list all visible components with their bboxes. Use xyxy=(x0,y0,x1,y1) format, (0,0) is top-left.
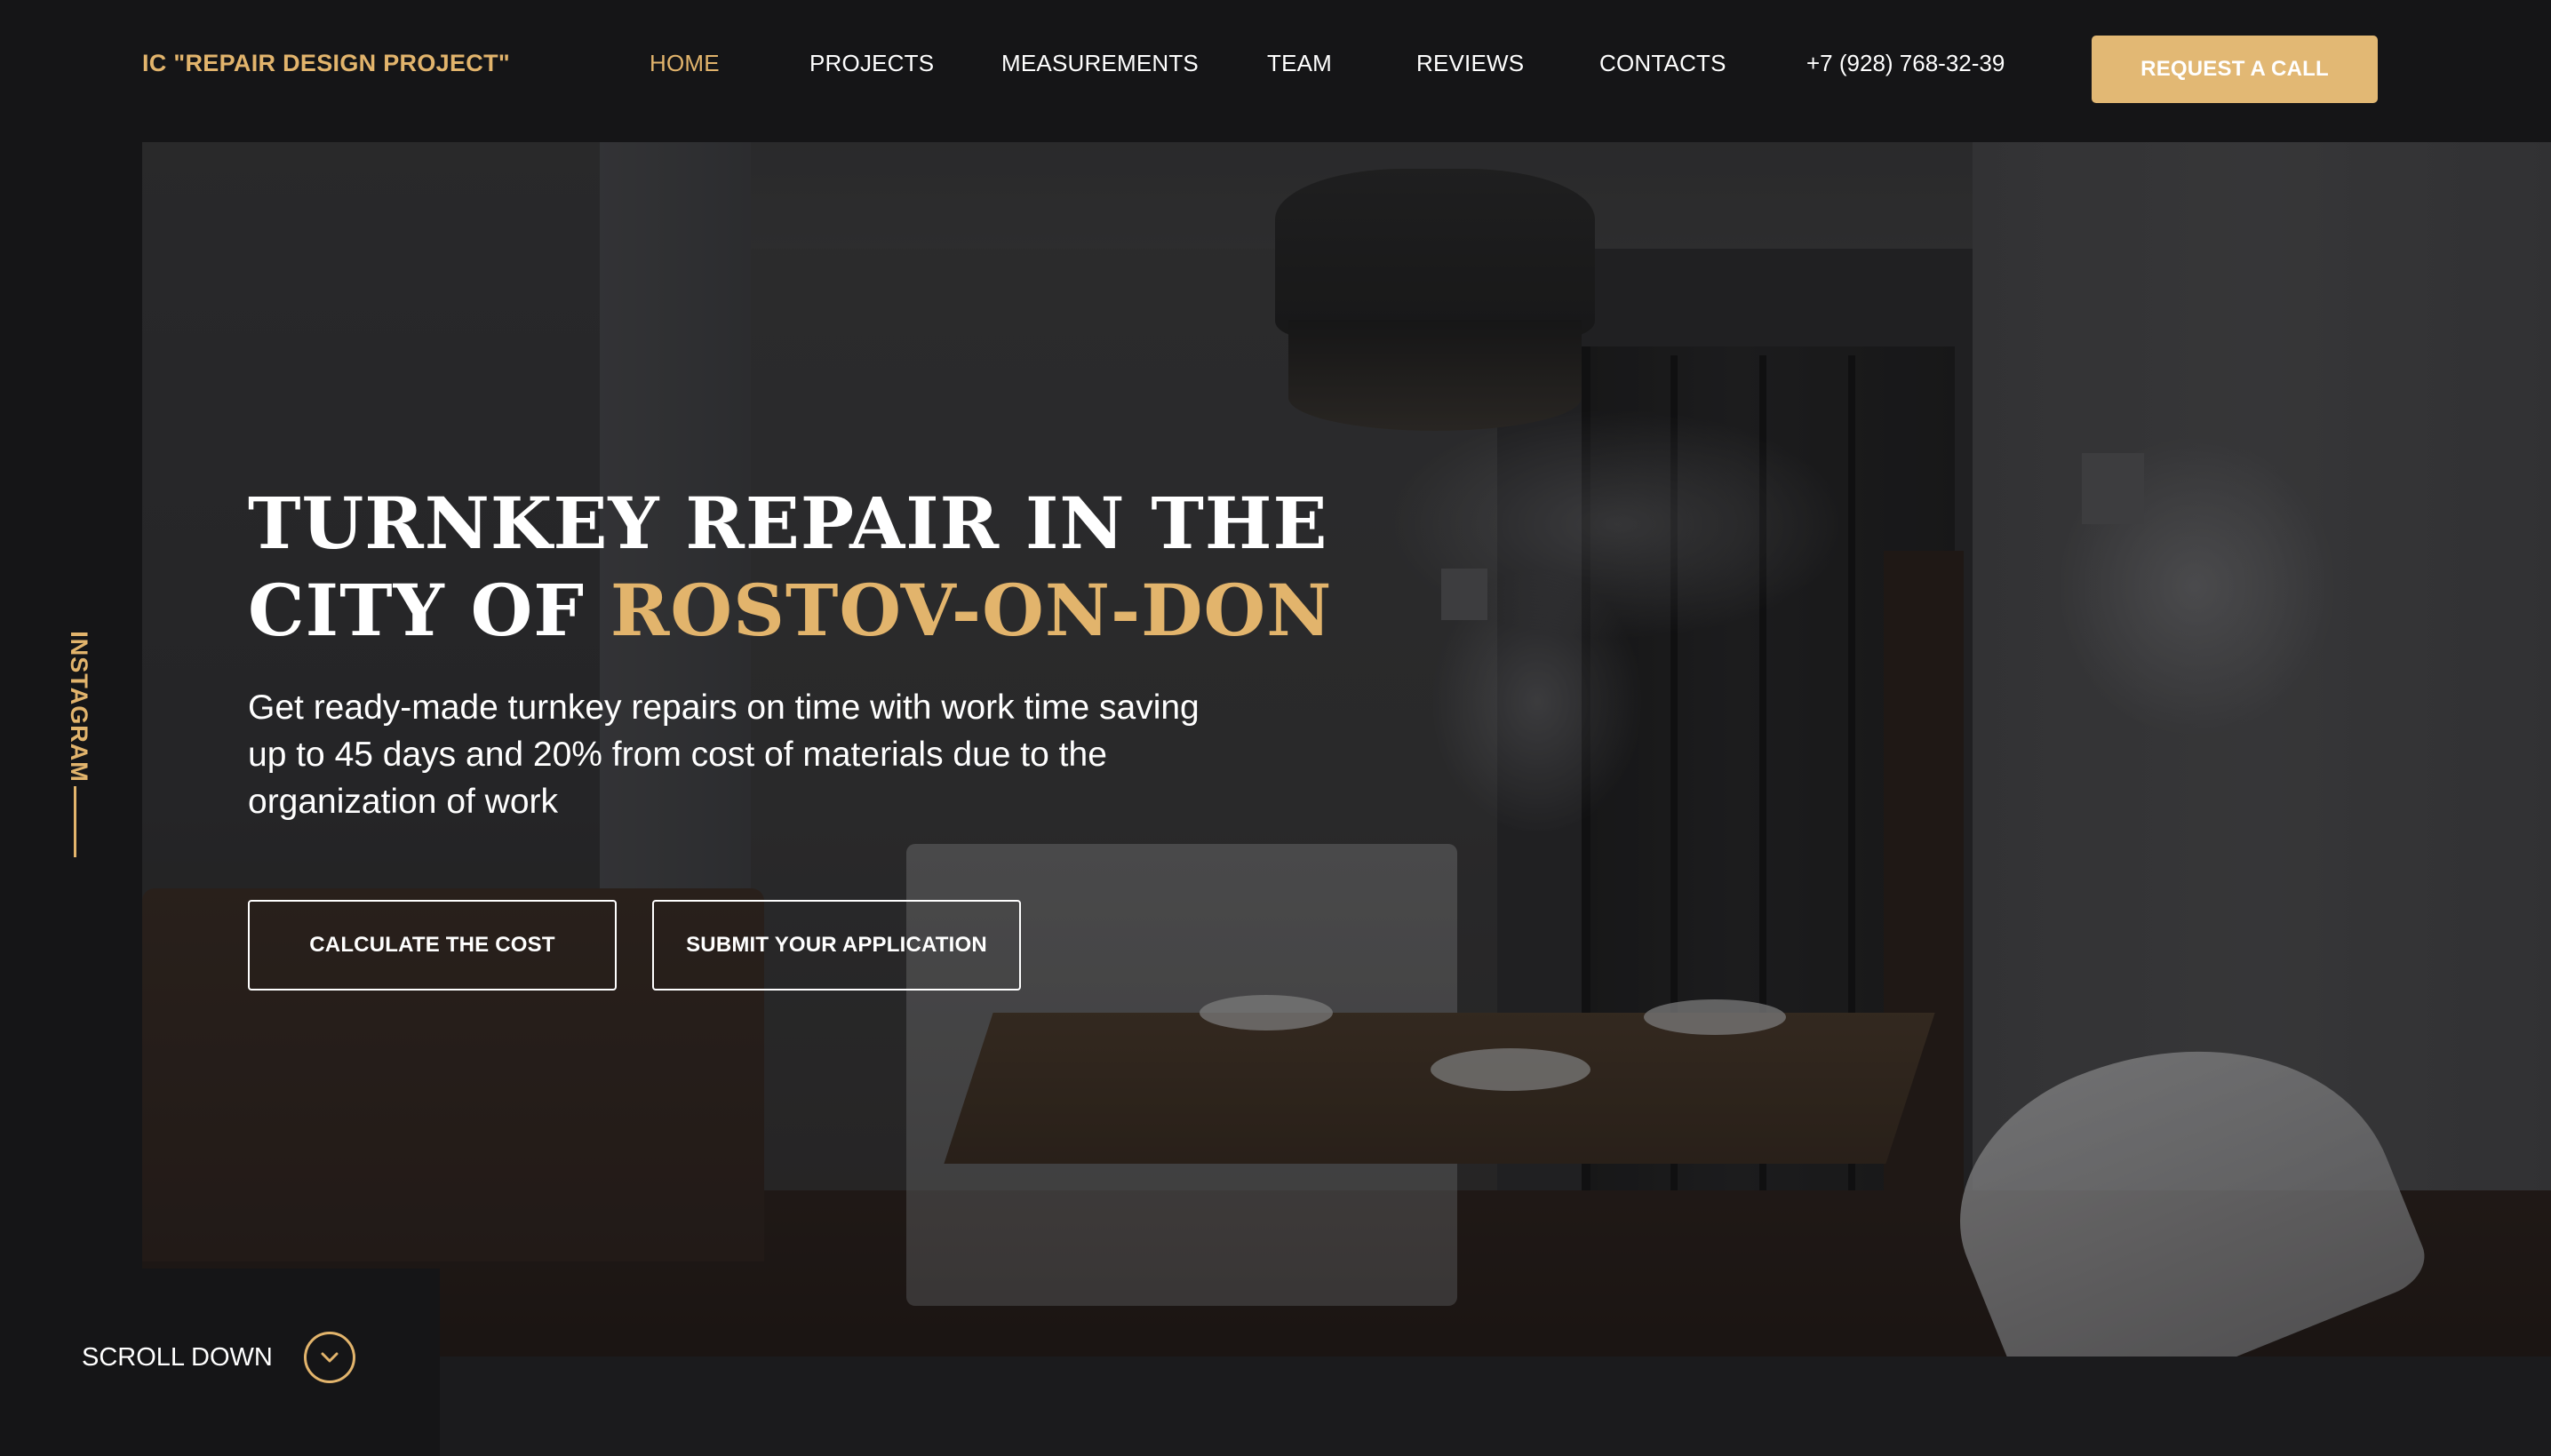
chevron-down-icon xyxy=(321,1352,339,1363)
submit-application-button[interactable]: SUBMIT YOUR APPLICATION xyxy=(652,900,1021,991)
nav-item-team[interactable]: TEAM xyxy=(1267,50,1332,77)
instagram-link[interactable]: INSTAGRAM xyxy=(65,613,92,862)
nav-item-home[interactable]: HOME xyxy=(650,50,720,77)
bottom-strip xyxy=(440,1357,2551,1456)
hero-title-line-1: TURNKEY REPAIR IN THE xyxy=(248,481,1328,565)
instagram-label[interactable]: INSTAGRAM xyxy=(65,631,92,783)
scroll-down-button[interactable] xyxy=(304,1332,355,1383)
nav-item-projects[interactable]: PROJECTS xyxy=(809,50,934,77)
hero-title-line-2: CITY OF ROSTOV-ON-DON xyxy=(248,567,1332,654)
site-header: IC "REPAIR DESIGN PROJECT" HOME PROJECTS… xyxy=(0,0,2551,140)
calculate-cost-button[interactable]: CALCULATE THE COST xyxy=(248,900,617,991)
hero-title: TURNKEY REPAIR IN THE CITY OF ROSTOV-ON-… xyxy=(248,480,1332,654)
scroll-down-label[interactable]: SCROLL DOWN xyxy=(82,1343,273,1372)
hero-title-prefix: CITY OF xyxy=(248,569,610,652)
hero-title-city: ROSTOV-ON-DON xyxy=(610,569,1333,652)
instagram-divider xyxy=(74,786,76,857)
logo[interactable]: IC "REPAIR DESIGN PROJECT" xyxy=(142,50,510,77)
hero-subtitle: Get ready-made turnkey repairs on time w… xyxy=(248,688,1200,821)
nav-item-reviews[interactable]: REVIEWS xyxy=(1416,50,1524,77)
phone-number[interactable]: +7 (928) 768-32-39 xyxy=(1806,50,2005,77)
nav-item-measurements[interactable]: MEASUREMENTS xyxy=(1001,50,1199,77)
nav-item-contacts[interactable]: CONTACTS xyxy=(1599,50,1726,77)
request-call-button[interactable]: REQUEST A CALL xyxy=(2092,36,2378,103)
